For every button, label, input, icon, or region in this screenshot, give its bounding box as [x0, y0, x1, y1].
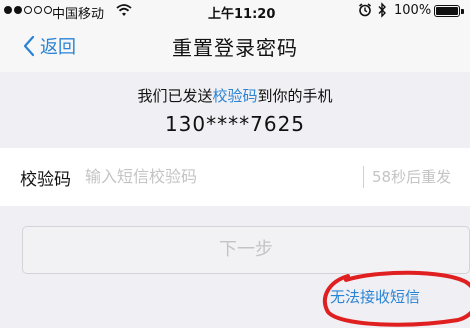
divider [363, 166, 364, 188]
battery-icon [434, 5, 460, 17]
message-highlight: 校验码 [212, 87, 258, 105]
wifi-icon [116, 4, 132, 16]
signal-dot [44, 6, 52, 14]
navigation-bar: 返回 重置登录密码 [0, 22, 470, 72]
status-time: 上午11:20 [208, 7, 276, 22]
sms-sent-message: 我们已发送校验码到你的手机 [0, 85, 470, 106]
masked-phone-number: 130****7625 [164, 112, 306, 136]
next-step-button[interactable]: 下一步 [22, 226, 470, 274]
signal-dot [14, 6, 22, 14]
carrier-name: 中国移动 [52, 7, 105, 22]
signal-dots-icon [4, 6, 52, 14]
verification-code-row: 校验码 58秒后重发 [0, 148, 470, 206]
sms-info: 我们已发送校验码到你的手机 130****7625 [0, 80, 470, 136]
battery-fill [436, 7, 458, 15]
battery-percent: 100% [394, 3, 432, 18]
page-title: 重置登录密码 [172, 36, 298, 60]
battery-cap [461, 9, 464, 14]
resend-countdown-button[interactable]: 58秒后重发 [372, 166, 451, 187]
code-label: 校验码 [20, 170, 71, 190]
signal-dot [4, 6, 12, 14]
bluetooth-icon [378, 2, 386, 18]
verification-code-input[interactable] [85, 163, 350, 189]
cannot-receive-sms-link[interactable]: 无法接收短信 [330, 286, 420, 307]
message-suffix: 到你的手机 [257, 87, 333, 105]
message-prefix: 我们已发送 [137, 87, 213, 105]
signal-dot [24, 6, 32, 14]
signal-dot [34, 6, 42, 14]
status-bar: 中国移动 上午11:20 100% [0, 0, 470, 22]
alarm-icon [359, 3, 371, 17]
